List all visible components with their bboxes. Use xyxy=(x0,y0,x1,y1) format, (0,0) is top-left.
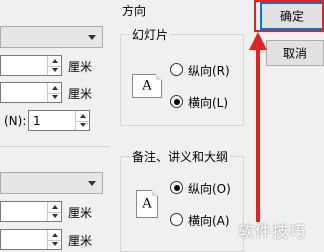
watermark-text: 软件技巧 xyxy=(238,222,307,241)
red-arrow-icon xyxy=(249,32,267,222)
